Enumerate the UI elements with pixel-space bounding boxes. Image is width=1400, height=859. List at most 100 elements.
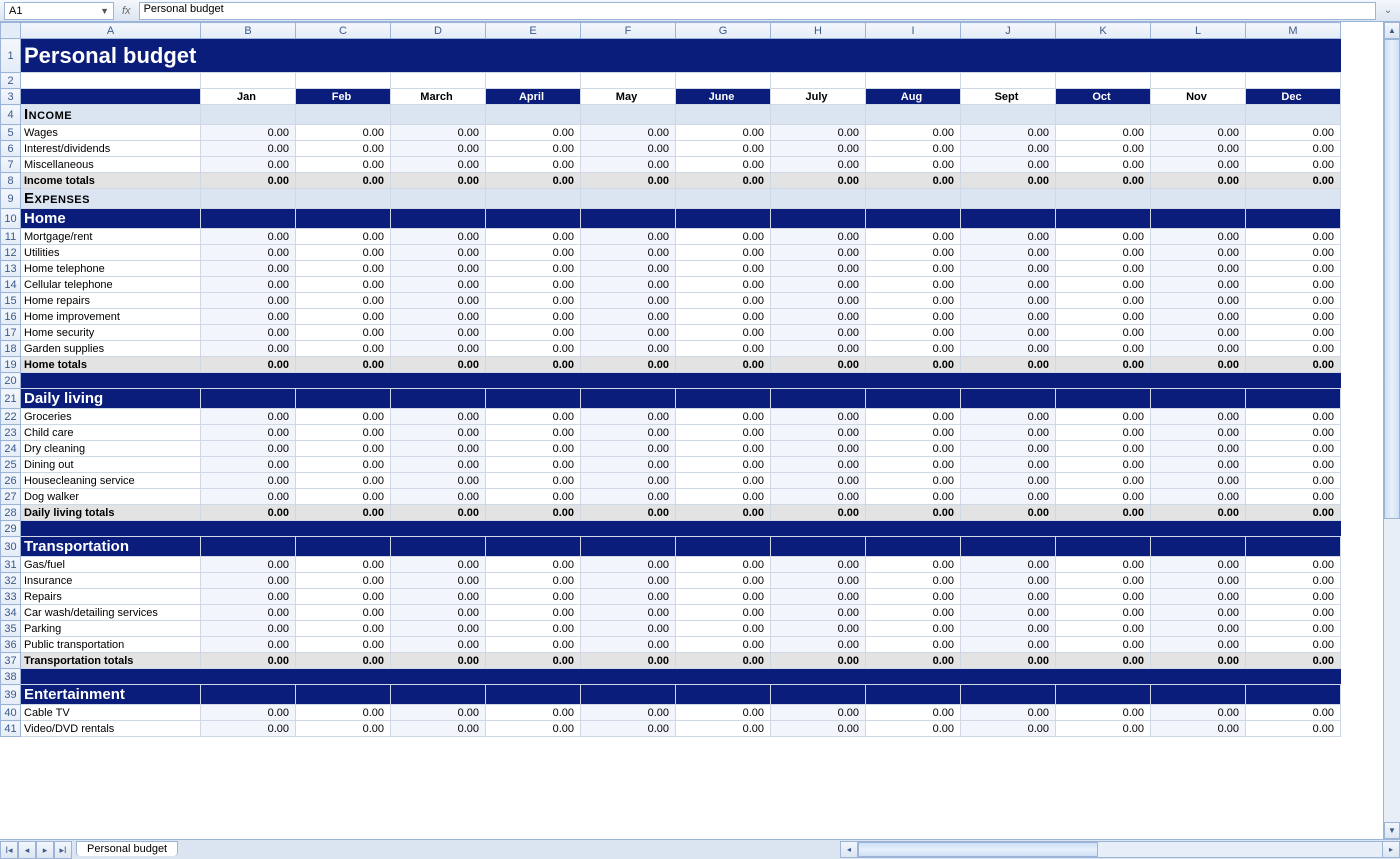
cell[interactable] bbox=[1246, 209, 1341, 229]
cell[interactable]: 0.00 bbox=[866, 457, 961, 473]
cell[interactable] bbox=[296, 537, 391, 557]
row-header[interactable]: 1 bbox=[1, 39, 21, 73]
cell[interactable]: 0.00 bbox=[1056, 605, 1151, 621]
cell[interactable]: 0.00 bbox=[201, 605, 296, 621]
cell[interactable]: 0.00 bbox=[391, 441, 486, 457]
cell[interactable] bbox=[1151, 389, 1246, 409]
cell[interactable]: 0.00 bbox=[296, 341, 391, 357]
cell[interactable]: 0.00 bbox=[391, 637, 486, 653]
cell[interactable]: 0.00 bbox=[1246, 425, 1341, 441]
tab-next-icon[interactable]: ▸ bbox=[36, 841, 54, 859]
cell[interactable] bbox=[296, 685, 391, 705]
cell[interactable] bbox=[1056, 73, 1151, 89]
cell[interactable]: 0.00 bbox=[1151, 245, 1246, 261]
cell[interactable]: 0.00 bbox=[1151, 309, 1246, 325]
cell[interactable] bbox=[581, 521, 676, 537]
cell[interactable] bbox=[771, 105, 866, 125]
cell[interactable]: 0.00 bbox=[1056, 557, 1151, 573]
cell[interactable]: 0.00 bbox=[201, 589, 296, 605]
cell[interactable]: 0.00 bbox=[676, 589, 771, 605]
cell[interactable]: 0.00 bbox=[1246, 261, 1341, 277]
cell[interactable]: 0.00 bbox=[486, 245, 581, 261]
row-header[interactable]: 9 bbox=[1, 189, 21, 209]
row-label[interactable]: Daily living totals bbox=[21, 505, 201, 521]
cell[interactable]: 0.00 bbox=[391, 293, 486, 309]
cell[interactable]: 0.00 bbox=[296, 261, 391, 277]
cell[interactable]: 0.00 bbox=[391, 409, 486, 425]
cell[interactable]: 0.00 bbox=[1056, 229, 1151, 245]
cell[interactable]: 0.00 bbox=[961, 621, 1056, 637]
cell[interactable] bbox=[486, 537, 581, 557]
cell[interactable]: 0.00 bbox=[201, 125, 296, 141]
cell[interactable]: 0.00 bbox=[961, 125, 1056, 141]
cell[interactable] bbox=[1151, 73, 1246, 89]
cell[interactable]: 0.00 bbox=[961, 505, 1056, 521]
cell[interactable]: 0.00 bbox=[866, 157, 961, 173]
cell[interactable]: 0.00 bbox=[771, 589, 866, 605]
cell[interactable]: 0.00 bbox=[391, 245, 486, 261]
row-header[interactable]: 38 bbox=[1, 669, 21, 685]
row-header[interactable]: 25 bbox=[1, 457, 21, 473]
cell[interactable] bbox=[961, 373, 1056, 389]
cell[interactable] bbox=[1151, 373, 1246, 389]
cell[interactable] bbox=[201, 105, 296, 125]
cell[interactable]: 0.00 bbox=[201, 309, 296, 325]
cell[interactable]: 0.00 bbox=[391, 605, 486, 621]
cell[interactable] bbox=[676, 521, 771, 537]
cell[interactable]: 0.00 bbox=[1246, 605, 1341, 621]
cell[interactable]: 0.00 bbox=[486, 309, 581, 325]
cell[interactable]: 0.00 bbox=[866, 245, 961, 261]
cell[interactable] bbox=[1151, 39, 1246, 73]
cell[interactable] bbox=[1246, 389, 1341, 409]
tab-first-icon[interactable]: I◂ bbox=[0, 841, 18, 859]
cell[interactable]: 0.00 bbox=[676, 157, 771, 173]
cell[interactable]: 0.00 bbox=[581, 141, 676, 157]
cell[interactable] bbox=[771, 209, 866, 229]
cell[interactable] bbox=[676, 209, 771, 229]
row-header[interactable]: 4 bbox=[1, 105, 21, 125]
cell[interactable] bbox=[581, 73, 676, 89]
row-label[interactable]: Home improvement bbox=[21, 309, 201, 325]
month-header[interactable]: April bbox=[486, 89, 581, 105]
row-header[interactable]: 17 bbox=[1, 325, 21, 341]
cell[interactable]: 0.00 bbox=[866, 341, 961, 357]
row-header[interactable]: 40 bbox=[1, 705, 21, 721]
cell[interactable] bbox=[961, 685, 1056, 705]
cell[interactable]: 0.00 bbox=[391, 357, 486, 373]
cell[interactable]: 0.00 bbox=[201, 425, 296, 441]
row-header[interactable]: 35 bbox=[1, 621, 21, 637]
cell[interactable]: 0.00 bbox=[486, 141, 581, 157]
cell[interactable] bbox=[201, 373, 296, 389]
row-label[interactable]: Home security bbox=[21, 325, 201, 341]
row-label[interactable]: Housecleaning service bbox=[21, 473, 201, 489]
cell[interactable]: 0.00 bbox=[1056, 125, 1151, 141]
row-label[interactable]: Dry cleaning bbox=[21, 441, 201, 457]
scroll-right-icon[interactable]: ▸ bbox=[1382, 842, 1399, 857]
cell[interactable]: 0.00 bbox=[201, 637, 296, 653]
scroll-left-icon[interactable]: ◂ bbox=[841, 842, 858, 857]
cell[interactable]: 0.00 bbox=[676, 721, 771, 737]
cell[interactable]: 0.00 bbox=[771, 557, 866, 573]
cell[interactable]: 0.00 bbox=[1056, 293, 1151, 309]
row-label[interactable]: Home repairs bbox=[21, 293, 201, 309]
cell[interactable] bbox=[581, 189, 676, 209]
cell[interactable]: 0.00 bbox=[296, 653, 391, 669]
cell[interactable] bbox=[771, 73, 866, 89]
cell[interactable]: 0.00 bbox=[581, 125, 676, 141]
cell[interactable] bbox=[486, 39, 581, 73]
cell[interactable]: 0.00 bbox=[201, 325, 296, 341]
cell[interactable]: 0.00 bbox=[296, 309, 391, 325]
cell[interactable]: 0.00 bbox=[676, 261, 771, 277]
row-label[interactable]: Dog walker bbox=[21, 489, 201, 505]
cell[interactable]: 0.00 bbox=[866, 441, 961, 457]
dropdown-icon[interactable]: ▼ bbox=[100, 6, 109, 16]
row-label[interactable]: Transportation totals bbox=[21, 653, 201, 669]
cell[interactable] bbox=[1056, 521, 1151, 537]
cell[interactable] bbox=[771, 389, 866, 409]
cell[interactable] bbox=[866, 521, 961, 537]
cell[interactable]: 0.00 bbox=[1151, 229, 1246, 245]
cell[interactable] bbox=[1151, 105, 1246, 125]
cell[interactable]: 0.00 bbox=[1056, 721, 1151, 737]
cell[interactable]: 0.00 bbox=[581, 637, 676, 653]
cell[interactable]: 0.00 bbox=[391, 277, 486, 293]
